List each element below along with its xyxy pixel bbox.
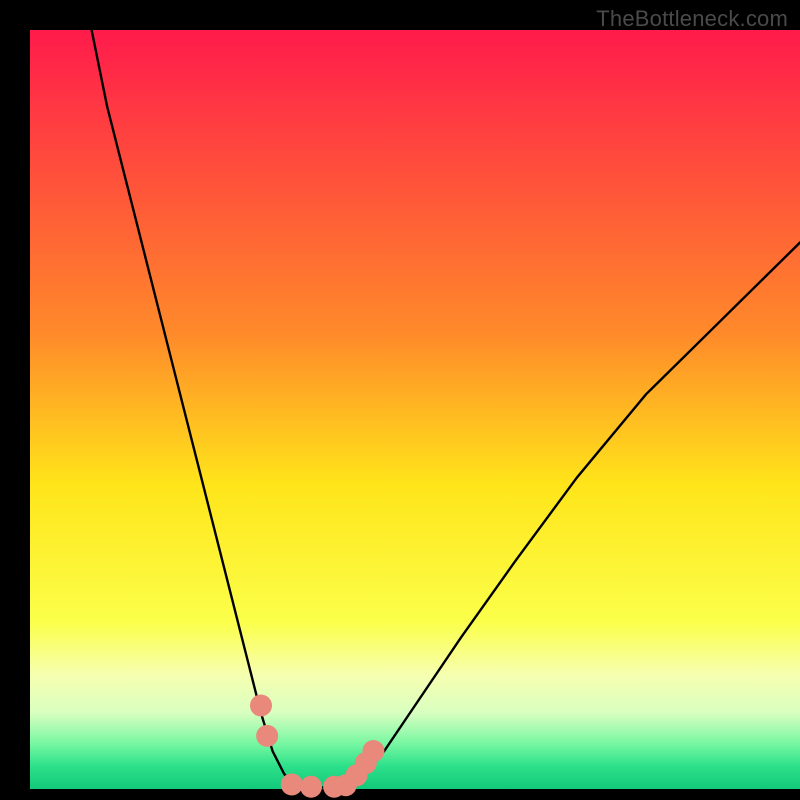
plot-background: [30, 30, 800, 789]
chart-svg: [0, 0, 800, 800]
marker-point: [256, 725, 278, 747]
marker-point: [300, 776, 322, 798]
marker-point: [362, 740, 384, 762]
marker-point: [250, 695, 272, 717]
marker-point: [281, 773, 303, 795]
watermark-text: TheBottleneck.com: [596, 6, 788, 32]
chart-container: TheBottleneck.com: [0, 0, 800, 800]
